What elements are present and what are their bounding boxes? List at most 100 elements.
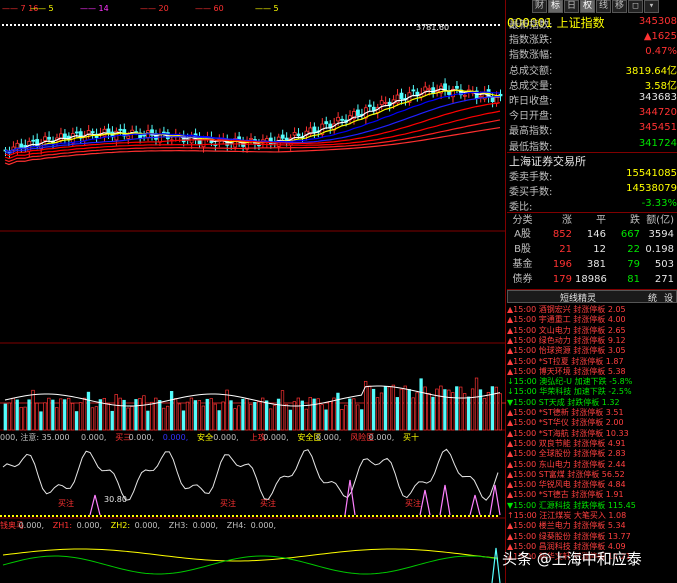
candle-body <box>142 134 147 137</box>
baseline-dot <box>188 515 190 517</box>
volume-bar <box>272 405 277 431</box>
alert-item[interactable]: ▲15:00 *ST海航 封涨停板 10.33 <box>507 429 677 438</box>
top-marker <box>86 24 88 26</box>
top-marker <box>294 24 296 26</box>
top-marker <box>178 24 180 26</box>
quote-value: 345308 <box>638 16 677 27</box>
baseline-dot <box>476 515 478 517</box>
top-marker <box>230 24 232 26</box>
alert-item[interactable]: ▲15:00 绿色动力 封涨停板 9.12 <box>507 336 677 345</box>
alert-item[interactable]: ▲15:00 全球股份 封涨停板 2.83 <box>507 449 677 458</box>
baseline-dot <box>112 515 114 517</box>
alert-item[interactable]: ↓15:00 华荣科技 加速下跌 -2.5% <box>507 387 677 396</box>
alert-item[interactable]: ▲15:00 *ST拉夏 封涨停板 1.87 <box>507 357 677 366</box>
top-marker <box>134 24 136 26</box>
baseline-dot <box>320 515 322 517</box>
baseline-dot <box>160 515 162 517</box>
volume-bar <box>185 401 190 431</box>
top-marker <box>306 24 308 26</box>
alert-item[interactable]: ▲15:00 双良节能 封涨停板 4.91 <box>507 439 677 448</box>
volume-bar <box>35 402 39 431</box>
tab-3[interactable]: 权 <box>580 0 595 13</box>
volume-bar <box>114 394 118 431</box>
baseline-dot <box>392 515 394 517</box>
top-marker <box>82 24 84 26</box>
oscillator-value: 30.80 <box>104 495 127 504</box>
candle-body <box>47 136 51 140</box>
baseline-dot <box>316 515 318 517</box>
quote-row: 指数涨幅: 0.47% <box>507 46 677 61</box>
baseline-dot <box>196 515 198 517</box>
top-marker <box>286 24 288 26</box>
alert-item[interactable]: ▲15:00 华锐风电 封涨停板 4.84 <box>507 480 677 489</box>
chart-area[interactable]: —— 7 16 —— 5 —— 14 —— 20 —— 60 —— 5 3781.60 000… <box>0 0 506 583</box>
top-marker <box>126 24 128 26</box>
volume-bar <box>411 397 415 431</box>
volume-bar <box>3 403 7 431</box>
baseline-dot <box>356 515 358 517</box>
alert-item[interactable]: ▲15:00 楼兰电力 封涨停板 5.34 <box>507 521 677 530</box>
column-header: 涨 <box>562 215 572 226</box>
volume-bar <box>288 409 293 431</box>
alert-item[interactable]: ▲15:00 绿葵股份 封涨停板 13.77 <box>507 532 677 541</box>
alert-item[interactable]: ▲15:00 文山电力 封涨停板 2.65 <box>507 326 677 335</box>
volume-bar <box>304 408 308 431</box>
column-header: 分类 <box>512 215 533 226</box>
quote-row: 委买手数: 14538079 <box>507 183 677 198</box>
lower-spike <box>491 547 501 583</box>
alert-item[interactable]: ▲15:00 *ST华仪 封涨停板 2.00 <box>507 418 677 427</box>
baseline-dot <box>24 515 26 517</box>
alert-item[interactable]: ▲15:00 *ST德新 封涨停板 3.51 <box>507 408 677 417</box>
baseline-dot <box>404 515 406 517</box>
alert-item[interactable]: ▲15:00 东山电力 封涨停板 2.44 <box>507 460 677 469</box>
volume-bar <box>403 385 407 431</box>
baseline-dot <box>156 515 158 517</box>
buy-mark: 买注 <box>405 498 421 508</box>
alert-item[interactable]: ▲15:00 宇通重工 封涨停板 4.00 <box>507 315 677 324</box>
baseline-dot <box>40 515 42 517</box>
volume-bar <box>391 384 396 431</box>
top-marker <box>110 24 112 26</box>
top-marker <box>358 24 360 26</box>
volume-bar <box>459 386 463 431</box>
top-marker <box>26 24 28 26</box>
alert-item[interactable]: ▼15:00 ST天成 封跌停板 1.32 <box>507 398 677 407</box>
alert-item[interactable]: ▲15:00 博天环境 封涨停板 5.38 <box>507 367 677 376</box>
baseline-dot <box>0 515 2 517</box>
volume-bar <box>439 385 443 431</box>
tab-4[interactable]: 线 <box>596 0 611 13</box>
baseline-dot <box>148 515 150 517</box>
top-marker <box>130 24 132 26</box>
alert-item[interactable]: ▲15:00 怡球资源 封涨停板 3.05 <box>507 346 677 355</box>
volume-bar <box>138 398 142 431</box>
baseline-dot <box>244 515 246 517</box>
kline-chart[interactable]: —— 7 16—— 5 —— 14 —— 20 —— 60 —— 53781.60000… <box>0 0 506 583</box>
alert-item[interactable]: ▲15:00 酒钢宏兴 封涨停板 2.05 <box>507 305 677 314</box>
tab-1[interactable]: 标 <box>548 0 563 13</box>
alert-item[interactable]: ▼15:00 汇源科技 封跌停板 115.45 <box>507 501 677 510</box>
tab-6[interactable]: □ <box>628 0 643 13</box>
quote-row: 最低指数: 341724 <box>507 138 677 153</box>
buy-mark: 买注 <box>220 498 236 508</box>
tab-0[interactable]: 财 <box>532 0 547 13</box>
top-marker <box>98 24 100 26</box>
alert-item[interactable]: ▲15:00 ST富煤 封涨停板 56.52 <box>507 470 677 479</box>
tab-2[interactable]: 日 <box>564 0 579 13</box>
alert-item[interactable]: ↑15:00 汪江煤炭 大笔买入 1.08 <box>507 511 677 520</box>
baseline-dot <box>444 515 446 517</box>
tab-7[interactable]: ▾ <box>644 0 659 13</box>
volume-bar <box>340 409 344 431</box>
volume-bar <box>67 397 71 431</box>
top-marker <box>498 24 500 26</box>
alert-item[interactable]: ↓15:00 澳弘纪-U 加速下跌 -5.8% <box>507 377 677 386</box>
tab-5[interactable]: 移 <box>612 0 627 13</box>
settings-button[interactable]: 设 <box>664 291 673 304</box>
baseline-dot <box>420 515 422 517</box>
top-marker <box>186 24 188 26</box>
indicator-label: ZH4: <box>227 521 246 530</box>
baseline-dot <box>76 515 78 517</box>
baseline-dot <box>400 515 402 517</box>
stats-button[interactable]: 统 <box>648 291 657 304</box>
top-marker <box>270 24 272 26</box>
alert-item[interactable]: ▲15:00 *ST德古 封涨停板 1.91 <box>507 490 677 499</box>
